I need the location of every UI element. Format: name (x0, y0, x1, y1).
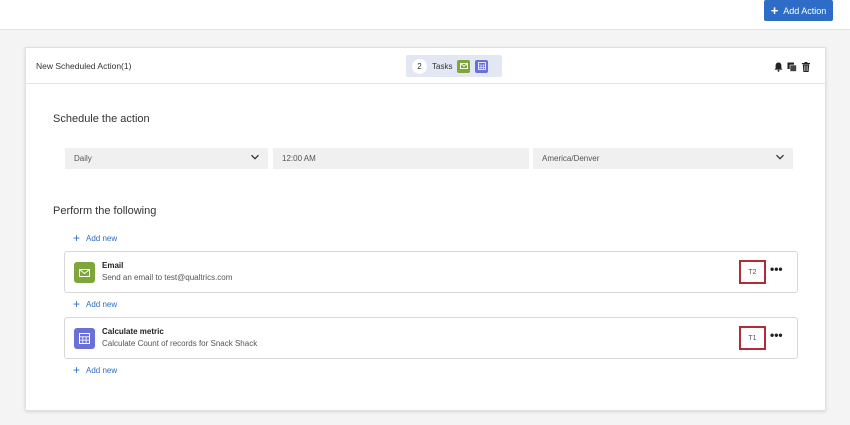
timezone-value: America/Denver (542, 154, 600, 163)
frequency-value: Daily (74, 154, 92, 163)
header-actions (773, 62, 811, 72)
more-options-icon[interactable]: ••• (770, 262, 783, 276)
bell-icon[interactable] (773, 62, 783, 72)
task-id-badge: T2 (739, 260, 766, 284)
tasks-label: Tasks (432, 61, 453, 71)
task-description: Send an email to test@qualtrics.com (102, 273, 233, 282)
plus-icon: + (770, 3, 779, 18)
add-new-link[interactable]: + Add new (73, 232, 117, 244)
more-options-icon[interactable]: ••• (770, 328, 783, 342)
task-title: Calculate metric (102, 327, 164, 336)
timezone-select[interactable]: America/Denver (533, 148, 793, 169)
plus-icon: + (73, 363, 81, 377)
tasks-count: 2 (412, 58, 427, 74)
metric-task-icon (475, 59, 489, 73)
task-row-calculate-metric[interactable]: Calculate metric Calculate Count of reco… (64, 317, 798, 359)
chevron-down-icon (251, 154, 259, 160)
card-header: New Scheduled Action(1) 2 Tasks (26, 48, 825, 84)
add-new-label: Add new (86, 233, 118, 243)
scheduled-action-card: New Scheduled Action(1) 2 Tasks Schedule… (25, 47, 826, 411)
schedule-title: Schedule the action (53, 113, 150, 125)
add-new-label: Add new (86, 365, 118, 375)
chevron-down-icon (776, 154, 784, 160)
add-action-label: Add Action (783, 5, 827, 16)
time-input[interactable]: 12:00 AM (273, 148, 529, 169)
top-bar: + Add Action (0, 0, 850, 30)
plus-icon: + (73, 231, 81, 245)
time-value: 12:00 AM (282, 154, 316, 163)
add-action-button[interactable]: + Add Action (764, 0, 833, 21)
task-title: Email (102, 261, 124, 270)
envelope-icon (74, 262, 95, 283)
plus-icon: + (73, 297, 81, 311)
copy-icon[interactable] (787, 62, 797, 72)
calculator-icon (74, 328, 95, 349)
add-new-link[interactable]: + Add new (73, 364, 117, 376)
perform-title: Perform the following (53, 205, 157, 217)
email-task-icon (457, 59, 471, 73)
task-row-email[interactable]: Email Send an email to test@qualtrics.co… (64, 251, 798, 293)
frequency-select[interactable]: Daily (65, 148, 268, 169)
trash-icon[interactable] (801, 62, 811, 72)
action-name: New Scheduled Action(1) (36, 61, 132, 71)
tasks-summary[interactable]: 2 Tasks (406, 55, 502, 77)
task-description: Calculate Count of records for Snack Sha… (102, 339, 258, 348)
add-new-link[interactable]: + Add new (73, 298, 117, 310)
add-new-label: Add new (86, 299, 118, 309)
task-id-badge: T1 (739, 326, 766, 350)
